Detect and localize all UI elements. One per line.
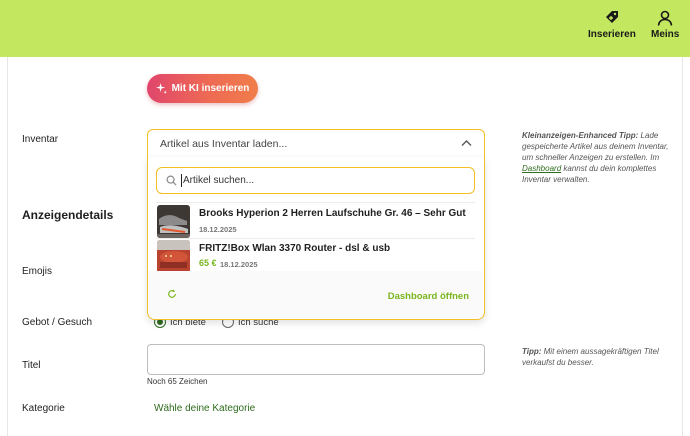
text-cursor (181, 174, 182, 187)
item-thumbnail-router (157, 240, 190, 273)
inventory-tip: Kleinanzeigen-Enhanced Tipp: Lade gespei… (522, 130, 672, 185)
search-icon (166, 175, 177, 186)
top-navigation-bar: Inserieren Meins (0, 0, 690, 57)
page: Inserieren Meins Mit KI inserieren Inven… (0, 0, 690, 436)
inventory-search-placeholder: Artikel suchen... (183, 175, 255, 186)
dropdown-footer: Dashboard öffnen (148, 271, 483, 318)
ai-insert-button[interactable]: Mit KI inserieren (147, 74, 258, 103)
title-label: Titel (22, 360, 41, 371)
ai-insert-label: Mit KI inserieren (171, 83, 250, 94)
page-border-left (7, 57, 8, 436)
inventory-item[interactable]: Brooks Hyperion 2 Herren Laufschuhe Gr. … (148, 204, 483, 238)
user-icon (657, 10, 673, 26)
inventory-dropdown: Artikel suchen... Brooks Hyperion 2 Herr… (147, 157, 485, 320)
insert-nav-label: Inserieren (588, 29, 636, 40)
item-title: FRITZ!Box Wlan 3370 Router - dsl & usb (199, 243, 391, 254)
inventory-search-input[interactable]: Artikel suchen... (156, 167, 475, 194)
sparkle-icon (155, 83, 167, 94)
choose-category-link[interactable]: Wähle deine Kategorie (154, 403, 255, 414)
inventar-label: Inventar (22, 134, 59, 145)
refresh-icon[interactable] (167, 289, 177, 299)
item-price: 65 € (199, 258, 217, 268)
offer-type-label: Gebot / Gesuch (22, 317, 93, 328)
divider (156, 202, 475, 203)
insert-nav-button[interactable]: Inserieren (588, 10, 636, 40)
chevron-up-icon[interactable] (461, 139, 472, 147)
title-tip-text: Mit einem aussagekräftigen Titel verkauf… (522, 347, 659, 367)
open-dashboard-link[interactable]: Dashboard öffnen (388, 291, 469, 302)
item-date: 18.12.2025 (220, 260, 258, 269)
section-title-anzeigendetails: Anzeigendetails (22, 208, 114, 222)
inventory-item[interactable]: FRITZ!Box Wlan 3370 Router - dsl & usb 6… (148, 239, 483, 273)
page-border-right (682, 57, 683, 436)
inventory-select-value: Artikel aus Inventar laden... (160, 138, 288, 150)
item-title: Brooks Hyperion 2 Herren Laufschuhe Gr. … (199, 208, 466, 219)
emojis-label: Emojis (22, 266, 53, 277)
title-char-counter: Noch 65 Zeichen (147, 377, 208, 386)
inventory-select[interactable]: Artikel aus Inventar laden... (147, 129, 485, 158)
inventory-tip-title: Kleinanzeigen-Enhanced Tipp: (522, 131, 639, 140)
profile-nav-button[interactable]: Meins (651, 10, 679, 40)
tag-plus-icon (605, 11, 618, 23)
title-tip-title: Tipp: (522, 347, 542, 356)
item-thumbnail-shoes (157, 205, 190, 238)
item-date: 18.12.2025 (199, 225, 237, 234)
profile-nav-label: Meins (651, 29, 680, 40)
title-tip: Tipp: Mit einem aussagekräftigen Titel v… (522, 346, 672, 368)
category-label: Kategorie (22, 403, 65, 414)
inventory-tip-dashboard-link[interactable]: Dashboard (522, 164, 561, 173)
title-input[interactable] (147, 344, 485, 375)
